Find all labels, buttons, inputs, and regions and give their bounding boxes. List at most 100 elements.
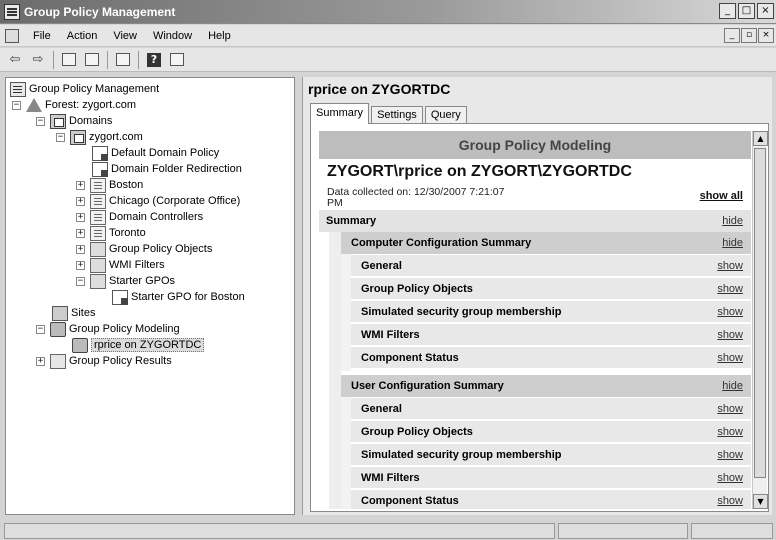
tree-node-domains[interactable]: − Domains (36, 113, 112, 129)
up-icon[interactable] (59, 51, 79, 69)
tree-node-group-policy-results[interactable]: + Group Policy Results (36, 353, 172, 369)
domains-icon (50, 113, 66, 129)
collapse-icon[interactable]: − (56, 132, 65, 142)
expand-icon[interactable]: + (76, 180, 85, 190)
show-link[interactable]: show (717, 329, 743, 341)
scroll-thumb[interactable] (754, 148, 766, 478)
tree-node-default-domain-policy[interactable]: Default Domain Policy (92, 145, 219, 161)
tree-node-zygort[interactable]: − zygort.com (56, 129, 143, 145)
tree-node-starter-gpo-boston[interactable]: Starter GPO for Boston (112, 289, 245, 305)
child-close-button[interactable]: × (758, 28, 774, 43)
report-header: Group Policy Modeling (319, 131, 751, 159)
show-link[interactable]: show (717, 260, 743, 272)
item-label: WMI Filters (361, 471, 420, 484)
child-restore-button[interactable]: ▫ (741, 28, 757, 43)
tree-node-wmi-filters[interactable]: + WMI Filters (76, 257, 165, 273)
tree-node-forest[interactable]: − Forest: zygort.com (12, 97, 136, 113)
menu-bar: File Action View Window Help _ ▫ × (0, 25, 776, 47)
user-item-general: General show (351, 398, 751, 420)
maximize-button[interactable]: □ (738, 3, 755, 19)
gpmc-app-icon[interactable] (4, 3, 20, 20)
tree-node-rprice-selected[interactable]: rprice on ZYGORTDC (72, 337, 205, 353)
summary-hide-link[interactable]: hide (722, 215, 743, 227)
item-label: Component Status (361, 351, 459, 364)
item-label: General (361, 259, 402, 272)
close-button[interactable]: × (757, 3, 774, 19)
scroll-down-icon[interactable]: ▼ (753, 494, 768, 509)
tree-node-boston[interactable]: + Boston (76, 177, 143, 193)
tree-node-toronto[interactable]: + Toronto (76, 225, 146, 241)
tree-label: Domains (69, 115, 113, 127)
expand-icon[interactable]: + (76, 228, 85, 238)
expand-icon[interactable]: + (76, 196, 85, 206)
collapse-icon[interactable]: − (12, 100, 21, 110)
computer-hide-link[interactable]: hide (722, 237, 743, 249)
console-tree[interactable]: Group Policy Management − Forest: zygort… (5, 77, 295, 515)
tree-label: Group Policy Modeling (69, 323, 180, 335)
back-icon[interactable]: ⇦ (5, 51, 25, 69)
item-label: Group Policy Objects (361, 282, 473, 295)
tree-label: Group Policy Management (29, 83, 160, 95)
status-bar (0, 520, 776, 540)
tab-query[interactable]: Query (424, 106, 467, 124)
minimize-button[interactable]: _ (719, 3, 736, 19)
user-item-component-status: Component Status show (351, 490, 751, 509)
tree-node-group-policy-modeling[interactable]: − Group Policy Modeling (36, 321, 180, 337)
menu-help[interactable]: Help (200, 30, 239, 42)
details-title: rprice on ZYGORTDC (308, 81, 451, 97)
tree-node-domain-folder-redirection[interactable]: Domain Folder Redirection (92, 161, 242, 177)
tree-node-domain-controllers[interactable]: + Domain Controllers (76, 209, 203, 225)
tree-node-sites[interactable]: Sites (52, 305, 95, 321)
tab-settings[interactable]: Settings (371, 106, 423, 124)
show-link[interactable]: show (717, 352, 743, 364)
collapse-icon[interactable]: − (36, 324, 45, 334)
tree-node-starter-gpos[interactable]: − Starter GPOs (76, 273, 175, 289)
ou-blocked-icon (90, 193, 106, 209)
scroll-up-icon[interactable]: ▲ (753, 131, 768, 146)
menu-view[interactable]: View (105, 30, 145, 42)
console-icon[interactable] (5, 28, 19, 43)
vertical-scrollbar[interactable]: ▲ ▼ (752, 131, 768, 509)
expand-icon[interactable]: + (76, 260, 85, 270)
expand-icon[interactable]: + (76, 244, 85, 254)
properties-icon[interactable] (167, 51, 187, 69)
toolbar-separator (53, 50, 54, 69)
menu-action[interactable]: Action (59, 30, 106, 42)
help-icon[interactable]: ? (144, 51, 164, 69)
tree-label: Forest: zygort.com (45, 99, 137, 111)
user-item-security-groups: Simulated security group membership show (351, 444, 751, 466)
menu-file[interactable]: File (25, 30, 59, 42)
show-link[interactable]: show (717, 403, 743, 415)
forward-icon[interactable]: ⇨ (28, 51, 48, 69)
child-minimize-button[interactable]: _ (724, 28, 740, 43)
show-all-link[interactable]: show all (700, 190, 743, 202)
user-hide-link[interactable]: hide (722, 380, 743, 392)
collapse-icon[interactable]: − (36, 116, 45, 126)
tree-label: Starter GPOs (109, 275, 176, 287)
expand-icon[interactable]: + (76, 212, 85, 222)
show-hide-tree-icon[interactable] (82, 51, 102, 69)
show-link[interactable]: show (717, 472, 743, 484)
toolbar: ⇦ ⇨ ? (0, 48, 776, 72)
title-bar: Group Policy Management _ □ × (0, 0, 776, 24)
show-link[interactable]: show (717, 283, 743, 295)
show-link[interactable]: show (717, 306, 743, 318)
expand-icon[interactable]: + (36, 356, 45, 366)
tree-label: Starter GPO for Boston (131, 291, 245, 303)
item-label: WMI Filters (361, 328, 420, 341)
refresh-icon[interactable] (113, 51, 133, 69)
ou-icon (90, 209, 106, 225)
tree-node-chicago[interactable]: + Chicago (Corporate Office) (76, 193, 240, 209)
user-config-section: User Configuration Summary hide (341, 375, 751, 397)
tree-node-group-policy-objects[interactable]: + Group Policy Objects (76, 241, 212, 257)
show-link[interactable]: show (717, 449, 743, 461)
show-link[interactable]: show (717, 495, 743, 507)
menu-window[interactable]: Window (145, 30, 200, 42)
tab-summary[interactable]: Summary (310, 103, 370, 124)
ou-icon (90, 177, 106, 193)
show-link[interactable]: show (717, 426, 743, 438)
data-collected-text: Data collected on: 12/30/2007 7:21:07 PM (327, 187, 542, 209)
collapse-icon[interactable]: − (76, 276, 85, 286)
tree-node-gpm[interactable]: Group Policy Management (10, 81, 159, 97)
tree-label: WMI Filters (109, 259, 165, 271)
